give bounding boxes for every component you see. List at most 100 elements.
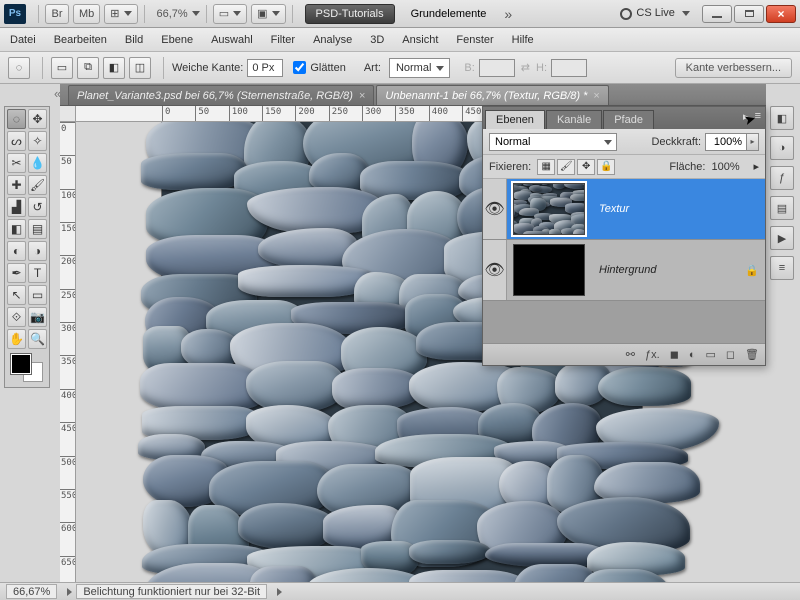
panel-collapse-icon[interactable]: ▸ (743, 110, 749, 123)
menu-analyse[interactable]: Analyse (313, 34, 352, 46)
dock-layers-icon[interactable]: ◧ (770, 106, 794, 130)
layer-fx-icon[interactable]: ƒx. (645, 349, 660, 361)
layer-name[interactable]: Hintergrund (591, 264, 745, 276)
adjustment-layer-icon[interactable]: ◐ (689, 349, 696, 361)
dock-channels-icon[interactable]: ▤ (770, 196, 794, 220)
window-close-button[interactable]: × (766, 5, 796, 23)
menu-bild[interactable]: Bild (125, 34, 143, 46)
tool-marquee[interactable]: ◌ (7, 109, 26, 129)
tool-path[interactable]: ↖ (7, 285, 26, 305)
tool-crop[interactable]: ✂ (7, 153, 26, 173)
fill-stepper[interactable]: ▸ (753, 160, 759, 173)
opacity-stepper[interactable]: ▸ (747, 133, 759, 151)
lock-transparency-button[interactable]: ▦ (537, 159, 555, 175)
layer-thumbnail[interactable] (513, 244, 585, 296)
tool-preset-button[interactable]: ◌ (8, 57, 30, 79)
tool-lasso[interactable]: ᔕ (7, 131, 26, 151)
ruler-origin[interactable] (60, 106, 76, 122)
tool-move[interactable]: ✥ (28, 109, 47, 129)
blend-mode-dropdown[interactable]: Normal (489, 133, 617, 151)
panel-tab-pfade[interactable]: Pfade (603, 110, 654, 129)
layer-visibility-icon[interactable]: 👁 (483, 179, 507, 239)
tool-eyedropper[interactable]: 💧 (28, 153, 47, 173)
tool-blur[interactable]: ◐ (7, 241, 26, 261)
layer-group-icon[interactable]: ▭ (705, 348, 715, 361)
arrange-documents-button[interactable]: ▭ (213, 4, 247, 24)
layer-visibility-icon[interactable]: 👁 (483, 240, 507, 300)
menu-3d[interactable]: 3D (370, 34, 384, 46)
tool-3dcam[interactable]: 📷 (28, 307, 47, 327)
document-tab[interactable]: Planet_Variante3.psd bei 66,7% (Sternens… (68, 85, 374, 105)
tool-3d[interactable]: ⟐ (7, 307, 26, 327)
status-stepper-icon[interactable] (67, 588, 72, 596)
layer-thumbnail[interactable] (513, 183, 585, 235)
panel-menu-icon[interactable]: ≡ (755, 110, 761, 123)
menu-datei[interactable]: Datei (10, 34, 36, 46)
tool-zoom[interactable]: 🔍 (28, 329, 47, 349)
selection-new-button[interactable]: ▭ (51, 57, 73, 79)
tool-type[interactable]: T (28, 263, 47, 283)
zoom-level-display[interactable]: 66,7% (157, 8, 188, 20)
dock-adjustments-icon[interactable]: ◑ (770, 136, 794, 160)
menu-bearbeiten[interactable]: Bearbeiten (54, 34, 107, 46)
tool-wand[interactable]: ✧ (28, 131, 47, 151)
launch-bridge-button[interactable]: Br (45, 4, 69, 24)
launch-minibridge-button[interactable]: Mb (73, 4, 100, 24)
window-minimize-button[interactable] (702, 5, 732, 23)
tool-gradient[interactable]: ▤ (28, 219, 47, 239)
dock-styles-icon[interactable]: ƒ (770, 166, 794, 190)
screen-mode-button[interactable]: ▣ (251, 4, 285, 24)
delete-layer-icon[interactable]: 🗑 (745, 348, 759, 361)
fill-input[interactable]: 100% (711, 161, 753, 173)
feather-input[interactable]: 0 Px (247, 59, 283, 77)
panel-tab-kanale[interactable]: Kanäle (546, 110, 602, 129)
ruler-vertical[interactable]: 050100150200250300350400450500550600650 (60, 122, 76, 582)
tool-brush[interactable]: 🖌 (28, 175, 47, 195)
status-info-stepper-icon[interactable] (277, 588, 282, 596)
window-maximize-button[interactable] (734, 5, 764, 23)
view-extras-button[interactable]: ⊞ (104, 4, 137, 24)
document-tab[interactable]: Unbenannt-1 bei 66,7% (Textur, RGB/8) *× (376, 85, 608, 105)
tool-heal[interactable]: ✚ (7, 175, 26, 195)
style-dropdown[interactable]: Normal (389, 58, 450, 78)
panel-tab-ebenen[interactable]: Ebenen (485, 110, 545, 129)
cslive-button[interactable]: CS Live (620, 7, 690, 19)
tool-hand[interactable]: ✋ (7, 329, 26, 349)
new-layer-icon[interactable]: ◻ (726, 348, 735, 361)
tool-pen[interactable]: ✒ (7, 263, 26, 283)
layer-row[interactable]: 👁 Hintergrund 🔒 (483, 240, 765, 301)
lock-position-button[interactable]: ✥ (577, 159, 595, 175)
workspace-primary-button[interactable]: PSD-Tutorials (305, 4, 395, 24)
tool-eraser[interactable]: ◧ (7, 219, 26, 239)
layer-name[interactable]: Textur (591, 203, 765, 215)
menu-ebene[interactable]: Ebene (161, 34, 193, 46)
tab-close-icon[interactable]: × (593, 90, 599, 102)
status-info[interactable]: Belichtung funktioniert nur bei 32-Bit (76, 584, 267, 599)
selection-add-button[interactable]: ⧉ (77, 57, 99, 79)
selection-subtract-button[interactable]: ◧ (103, 57, 125, 79)
antialias-checkbox[interactable] (293, 61, 306, 74)
tool-stamp[interactable]: ▟ (7, 197, 26, 217)
opacity-input[interactable]: 100% (705, 133, 747, 151)
tool-dodge[interactable]: ◑ (28, 241, 47, 261)
tool-shape[interactable]: ▭ (28, 285, 47, 305)
lock-pixels-button[interactable]: 🖌 (557, 159, 575, 175)
selection-intersect-button[interactable]: ◫ (129, 57, 151, 79)
menu-fenster[interactable]: Fenster (456, 34, 493, 46)
dock-actions-icon[interactable]: ▶ (770, 226, 794, 250)
menu-filter[interactable]: Filter (271, 34, 295, 46)
status-zoom[interactable]: 66,67% (6, 584, 57, 599)
dock-history-icon[interactable]: ≡ (770, 256, 794, 280)
layer-mask-icon[interactable]: ◼ (670, 348, 679, 361)
menu-hilfe[interactable]: Hilfe (512, 34, 534, 46)
menu-auswahl[interactable]: Auswahl (211, 34, 253, 46)
color-swatches[interactable] (11, 354, 43, 382)
tab-close-icon[interactable]: × (359, 90, 365, 102)
link-layers-icon[interactable]: ⚯ (626, 348, 635, 361)
workspace-overflow-icon[interactable]: » (504, 6, 512, 22)
workspace-secondary-button[interactable]: Grundelemente (401, 5, 497, 23)
layer-row[interactable]: 👁 Textur (483, 179, 765, 240)
refine-edge-button[interactable]: Kante verbessern... (675, 58, 792, 78)
menu-ansicht[interactable]: Ansicht (402, 34, 438, 46)
tool-history[interactable]: ↺ (28, 197, 47, 217)
